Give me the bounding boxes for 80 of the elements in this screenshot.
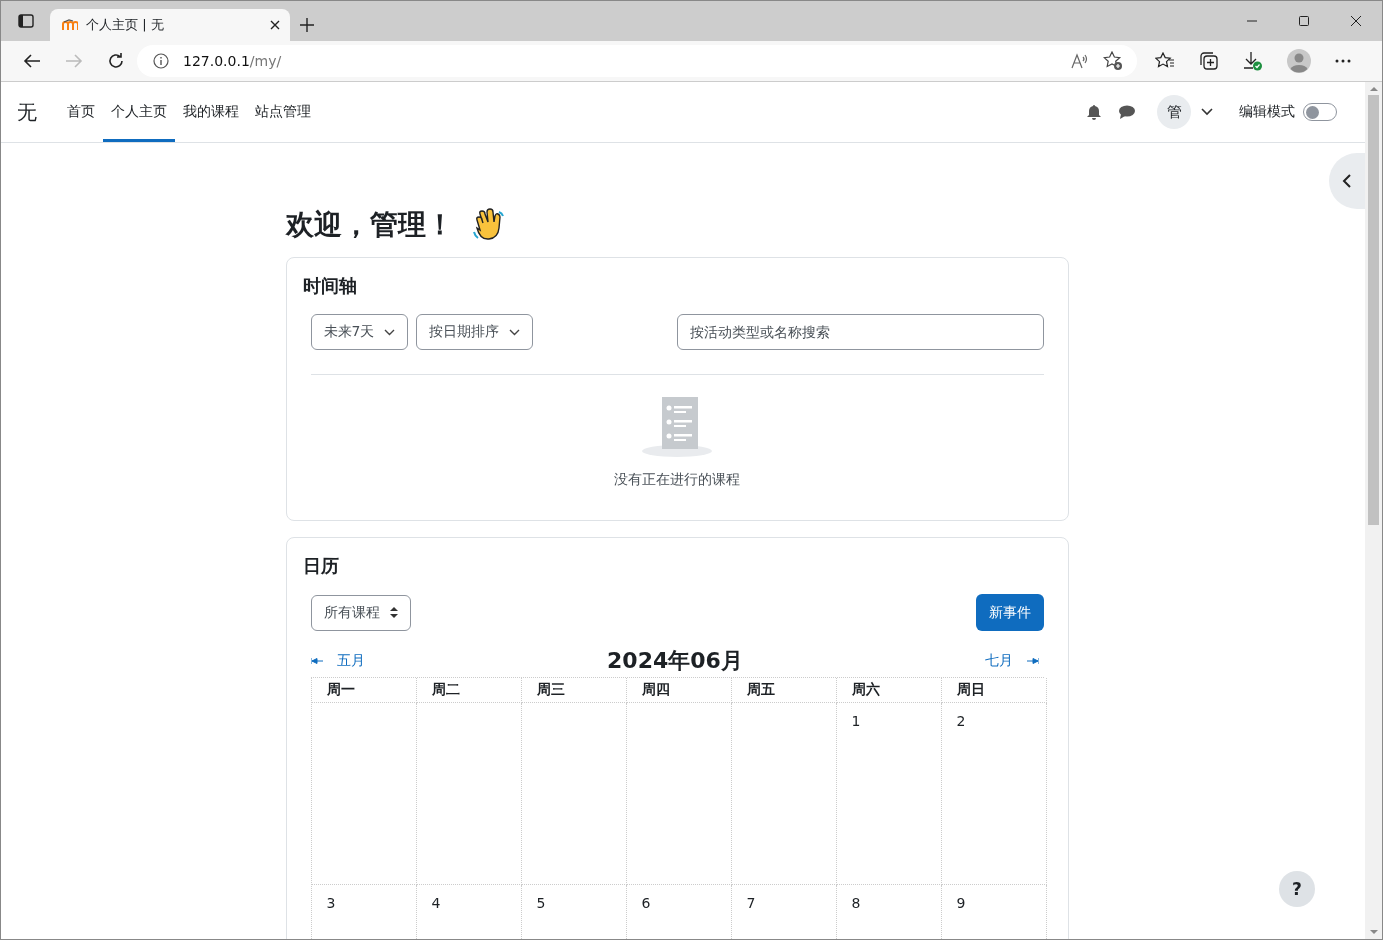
previous-month-link[interactable]: 五月 — [310, 652, 365, 670]
day-number[interactable]: 9 — [956, 895, 966, 911]
nav-link[interactable]: 个人主页 — [103, 82, 175, 142]
read-aloud-icon[interactable] — [1071, 53, 1089, 69]
nav-link[interactable]: 首页 — [59, 82, 103, 142]
address-bar[interactable]: 127.0.0.1/my/ — [137, 45, 1137, 77]
reload-icon[interactable] — [107, 52, 125, 70]
filter-dropdown[interactable]: 按日期排序 — [416, 314, 534, 350]
day-number[interactable]: 1 — [851, 713, 861, 729]
chevron-down-icon[interactable] — [1201, 108, 1213, 116]
weekday-header: 周五 — [746, 681, 775, 699]
day-number[interactable]: 3 — [326, 895, 336, 911]
calendar-day[interactable]: 7 — [731, 885, 837, 939]
calendar-day[interactable]: 1 — [836, 703, 942, 885]
calendar-day[interactable]: 2 — [941, 703, 1047, 885]
favorites-icon[interactable] — [1155, 52, 1175, 70]
weekday-header: 周三 — [536, 681, 565, 699]
chevron-left-icon — [1341, 174, 1351, 188]
info-icon — [153, 53, 169, 69]
url-text: 127.0.0.1/my/ — [183, 53, 282, 69]
scrollbar[interactable] — [1365, 82, 1382, 939]
tab-title: 个人主页 | 无 — [86, 16, 165, 34]
day-number[interactable]: 8 — [851, 895, 861, 911]
back-icon[interactable] — [23, 53, 41, 69]
drawer-toggle-button[interactable] — [1329, 153, 1365, 209]
new-tab-icon[interactable] — [300, 18, 314, 32]
search-field[interactable]: 按活动类型或名称搜索 — [676, 314, 1044, 350]
bell-icon[interactable] — [1087, 104, 1101, 120]
more-icon[interactable] — [1335, 59, 1351, 63]
day-number[interactable]: 2 — [956, 713, 966, 729]
month-title: 2024年06月 — [607, 647, 743, 675]
tab-actions-icon[interactable] — [18, 14, 34, 28]
weekday-header: 周二 — [431, 681, 460, 699]
nav-link[interactable]: 我的课程 — [175, 82, 247, 142]
calendar-day[interactable]: 6 — [626, 885, 732, 939]
add-favorite-icon[interactable] — [1103, 51, 1123, 71]
close-icon[interactable] — [1350, 15, 1362, 27]
calendar-day[interactable]: 3 — [311, 885, 417, 939]
weekday-header: 周一 — [326, 681, 355, 699]
chevron-down-icon — [384, 328, 396, 336]
edit-mode-label: 编辑模式 — [1239, 103, 1295, 121]
maximize-icon[interactable] — [1298, 15, 1310, 27]
moodle-logo-icon — [62, 19, 78, 31]
weekday-header: 周六 — [851, 681, 880, 699]
waving-hand-icon — [471, 208, 506, 242]
weekday-header: 周四 — [641, 681, 670, 699]
course-select[interactable]: 所有课程 — [310, 594, 411, 631]
arrow-right-icon — [1027, 658, 1040, 664]
scroll-up-icon[interactable] — [1369, 86, 1378, 91]
next-month-link[interactable]: 七月 — [985, 652, 1040, 670]
card-title: 时间轴 — [302, 274, 358, 298]
empty-list-icon — [641, 395, 713, 457]
empty-message: 没有正在进行的课程 — [614, 471, 740, 489]
day-number[interactable]: 6 — [641, 895, 651, 911]
day-number[interactable]: 4 — [431, 895, 441, 911]
weekday-header: 周日 — [956, 681, 985, 699]
scroll-down-icon[interactable] — [1369, 930, 1378, 935]
calendar-day[interactable]: 9 — [941, 885, 1047, 939]
card-title: 日历 — [302, 554, 340, 578]
collections-icon[interactable] — [1199, 51, 1219, 71]
site-name[interactable]: 无 — [17, 98, 37, 126]
filter-dropdown[interactable]: 未来7天 — [310, 314, 409, 350]
nav-link[interactable]: 站点管理 — [247, 82, 319, 142]
chevron-down-icon — [509, 328, 521, 336]
help-button[interactable]: ? — [1279, 871, 1315, 907]
downloads-icon[interactable] — [1243, 51, 1263, 71]
new-event-button[interactable]: 新事件 — [975, 594, 1044, 631]
day-number[interactable]: 5 — [536, 895, 546, 911]
sort-arrows-icon — [389, 607, 398, 618]
profile-icon[interactable] — [1287, 49, 1311, 73]
calendar-day[interactable]: 5 — [521, 885, 627, 939]
welcome-heading: 欢迎，管理！ — [285, 207, 454, 243]
day-number[interactable]: 7 — [746, 895, 756, 911]
arrow-left-icon — [310, 658, 323, 664]
browser-tab[interactable]: 个人主页 | 无 — [50, 9, 290, 41]
chat-icon[interactable] — [1119, 105, 1135, 119]
close-icon[interactable] — [270, 20, 280, 30]
calendar-day[interactable]: 4 — [416, 885, 522, 939]
user-avatar[interactable]: 管 — [1157, 95, 1191, 129]
calendar-day[interactable]: 8 — [836, 885, 942, 939]
